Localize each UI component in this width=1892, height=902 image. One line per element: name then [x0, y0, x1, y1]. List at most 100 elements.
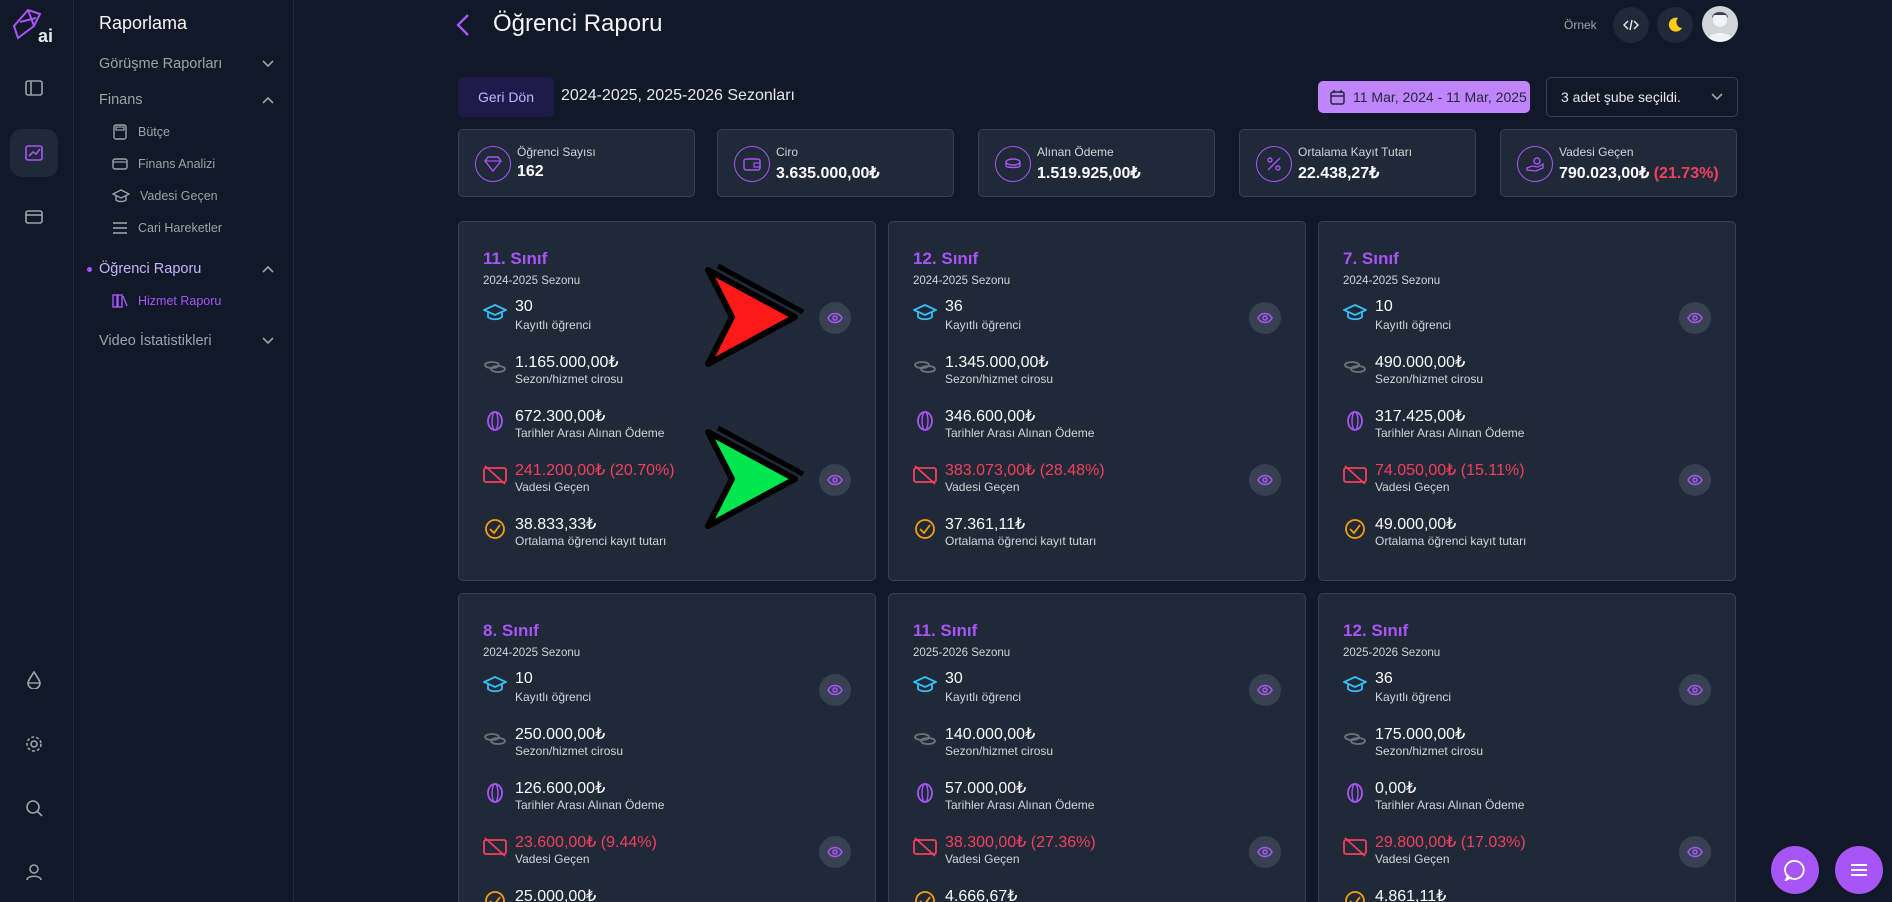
chart-icon[interactable]	[10, 129, 58, 177]
students-label: Kayıtlı öğrenci	[945, 318, 1022, 332]
sidebar-item-butce[interactable]: Bütçe	[112, 124, 170, 140]
gear-icon[interactable]	[10, 720, 58, 768]
average-row: 4.666,67₺ Ortalama öğrenci kayıt tutarı	[913, 886, 1283, 902]
paid-label: Tarihler Arası Alınan Ödeme	[945, 798, 1095, 812]
no-money-icon	[1343, 837, 1367, 857]
overdue-label: Vadesi Geçen	[1375, 852, 1450, 866]
chevron-down-icon	[262, 60, 274, 68]
view-overdue-eye-icon[interactable]	[819, 836, 851, 868]
average-value: 4.666,67₺	[945, 888, 1018, 902]
sidebar-item-hizmet-raporu[interactable]: Hizmet Raporu	[112, 293, 221, 309]
wallet-icon	[112, 158, 128, 170]
sidebar-item-finans-analizi[interactable]: Finans Analizi	[112, 156, 215, 172]
revenue-row: 490.000,00₺ Sezon/hizmet cirosu	[1343, 352, 1713, 392]
paid-row: 317.425,00₺ Tarihler Arası Alınan Ödeme	[1343, 406, 1713, 446]
class-card: 12. Sınıf 2024-2025 Sezonu 36 Kayıtlı öğ…	[888, 221, 1306, 581]
check-circle-icon	[1345, 891, 1365, 902]
season-label: 2024-2025, 2025-2026 Sezonları	[561, 87, 795, 104]
sidebar: Raporlama Görüşme Raporları Finans Bütçe…	[74, 0, 294, 902]
back-arrow-icon[interactable]	[452, 12, 474, 38]
check-circle-icon	[485, 891, 505, 902]
paid-row: 57.000,00₺ Tarihler Arası Alınan Ödeme	[913, 778, 1283, 818]
sidebar-group-label: Öğrenci Raporu	[99, 261, 202, 277]
wallet-icon[interactable]	[10, 192, 58, 240]
revenue-label: Sezon/hizmet cirosu	[515, 744, 624, 758]
sidebar-item-vadesi-gecen[interactable]: Vadesi Geçen	[112, 188, 218, 204]
overdue-row: 241.200,00₺ (20.70%) Vadesi Geçen	[483, 460, 853, 500]
chevron-up-icon	[262, 265, 274, 273]
average-value: 4.861,11₺	[1375, 888, 1447, 902]
sidebar-group-video[interactable]: Video İstatistikleri	[99, 333, 274, 349]
revenue-label: Sezon/hizmet cirosu	[945, 372, 1054, 386]
moon-icon[interactable]	[1657, 7, 1693, 43]
revenue-label: Sezon/hizmet cirosu	[1375, 372, 1484, 386]
date-range-text: 11 Mar, 2024 - 11 Mar, 2025	[1353, 89, 1527, 105]
view-students-eye-icon[interactable]	[1249, 674, 1281, 706]
students-label: Kayıtlı öğrenci	[1375, 690, 1452, 704]
menu-icon[interactable]	[1835, 846, 1883, 894]
view-overdue-eye-icon[interactable]	[1249, 836, 1281, 868]
class-season: 2024-2025 Sezonu	[913, 275, 1011, 287]
stat-card-vadesi-gecen: Vadesi Geçen 790.023,00₺ (21.73%)	[1500, 129, 1737, 197]
code-icon[interactable]	[1613, 7, 1649, 43]
check-circle-icon	[1345, 519, 1365, 539]
view-students-eye-icon[interactable]	[1249, 302, 1281, 334]
percent-icon	[1256, 146, 1292, 182]
class-card: 11. Sınıf 2024-2025 Sezonu 30 Kayıtlı öğ…	[458, 221, 876, 581]
no-money-icon	[483, 465, 507, 485]
view-students-eye-icon[interactable]	[819, 674, 851, 706]
no-money-icon	[913, 837, 937, 857]
view-students-eye-icon[interactable]	[1679, 302, 1711, 334]
students-value: 36	[945, 298, 963, 315]
view-overdue-eye-icon[interactable]	[1249, 464, 1281, 496]
sidebar-group-finans[interactable]: Finans	[99, 92, 274, 108]
back-button[interactable]: Geri Dön	[458, 77, 554, 117]
sidebar-group-gorusme[interactable]: Görüşme Raporları	[99, 56, 274, 72]
active-indicator	[87, 267, 92, 272]
user-icon[interactable]	[10, 848, 58, 896]
overdue-label: Vadesi Geçen	[515, 480, 590, 494]
overdue-value: 23.600,00₺ (9.44%)	[515, 834, 657, 851]
stat-value: 22.438,27₺	[1298, 165, 1380, 182]
search-icon[interactable]	[10, 784, 58, 832]
sidebar-toggle-icon[interactable]	[10, 64, 58, 112]
students-value: 36	[1375, 670, 1393, 687]
graduation-cap-icon	[913, 304, 937, 321]
students-label: Kayıtlı öğrenci	[515, 318, 592, 332]
class-season: 2024-2025 Sezonu	[483, 275, 581, 287]
students-label: Kayıtlı öğrenci	[945, 690, 1022, 704]
overdue-row: 29.800,00₺ (17.03%) Vadesi Geçen	[1343, 832, 1713, 872]
chat-icon[interactable]	[1771, 846, 1819, 894]
students-label: Kayıtlı öğrenci	[1375, 318, 1452, 332]
view-students-eye-icon[interactable]	[819, 302, 851, 334]
class-card: 7. Sınıf 2024-2025 Sezonu 10 Kayıtlı öğr…	[1318, 221, 1736, 581]
view-overdue-eye-icon[interactable]	[1679, 836, 1711, 868]
class-title: 12. Sınıf	[1343, 621, 1409, 640]
average-row: 38.833,33₺ Ortalama öğrenci kayıt tutarı	[483, 514, 853, 554]
students-value: 30	[945, 670, 963, 687]
paid-row: 0,00₺ Tarihler Arası Alınan Ödeme	[1343, 778, 1713, 818]
view-students-eye-icon[interactable]	[1679, 674, 1711, 706]
app-logo[interactable]: ai	[10, 4, 60, 46]
sidebar-item-cari-hareketler[interactable]: Cari Hareketler	[112, 220, 222, 236]
drop-icon[interactable]	[10, 656, 58, 704]
coin-icon	[487, 783, 503, 803]
coin-icon	[917, 411, 933, 431]
coin-icon	[1347, 411, 1363, 431]
avatar[interactable]	[1702, 6, 1738, 42]
sidebar-group-label: Görüşme Raporları	[99, 56, 223, 72]
branch-select[interactable]: 3 adet şube seçildi.	[1546, 77, 1738, 117]
view-overdue-eye-icon[interactable]	[1679, 464, 1711, 496]
class-season: 2025-2026 Sezonu	[913, 647, 1011, 659]
students-row: 36 Kayıtlı öğrenci	[913, 298, 1283, 338]
class-title: 11. Sınıf	[913, 621, 978, 640]
revenue-label: Sezon/hizmet cirosu	[1375, 744, 1484, 758]
date-range-picker[interactable]: 11 Mar, 2024 - 11 Mar, 2025	[1318, 81, 1530, 113]
coin-icon	[1347, 783, 1363, 803]
stat-label: Öğrenci Sayısı	[517, 145, 596, 159]
overdue-row: 383.073,00₺ (28.48%) Vadesi Geçen	[913, 460, 1283, 500]
sidebar-group-ogrenci-raporu[interactable]: Öğrenci Raporu	[99, 261, 274, 277]
view-overdue-eye-icon[interactable]	[819, 464, 851, 496]
revenue-value: 250.000,00₺	[515, 726, 606, 743]
sidebar-item-label: Hizmet Raporu	[138, 294, 222, 308]
